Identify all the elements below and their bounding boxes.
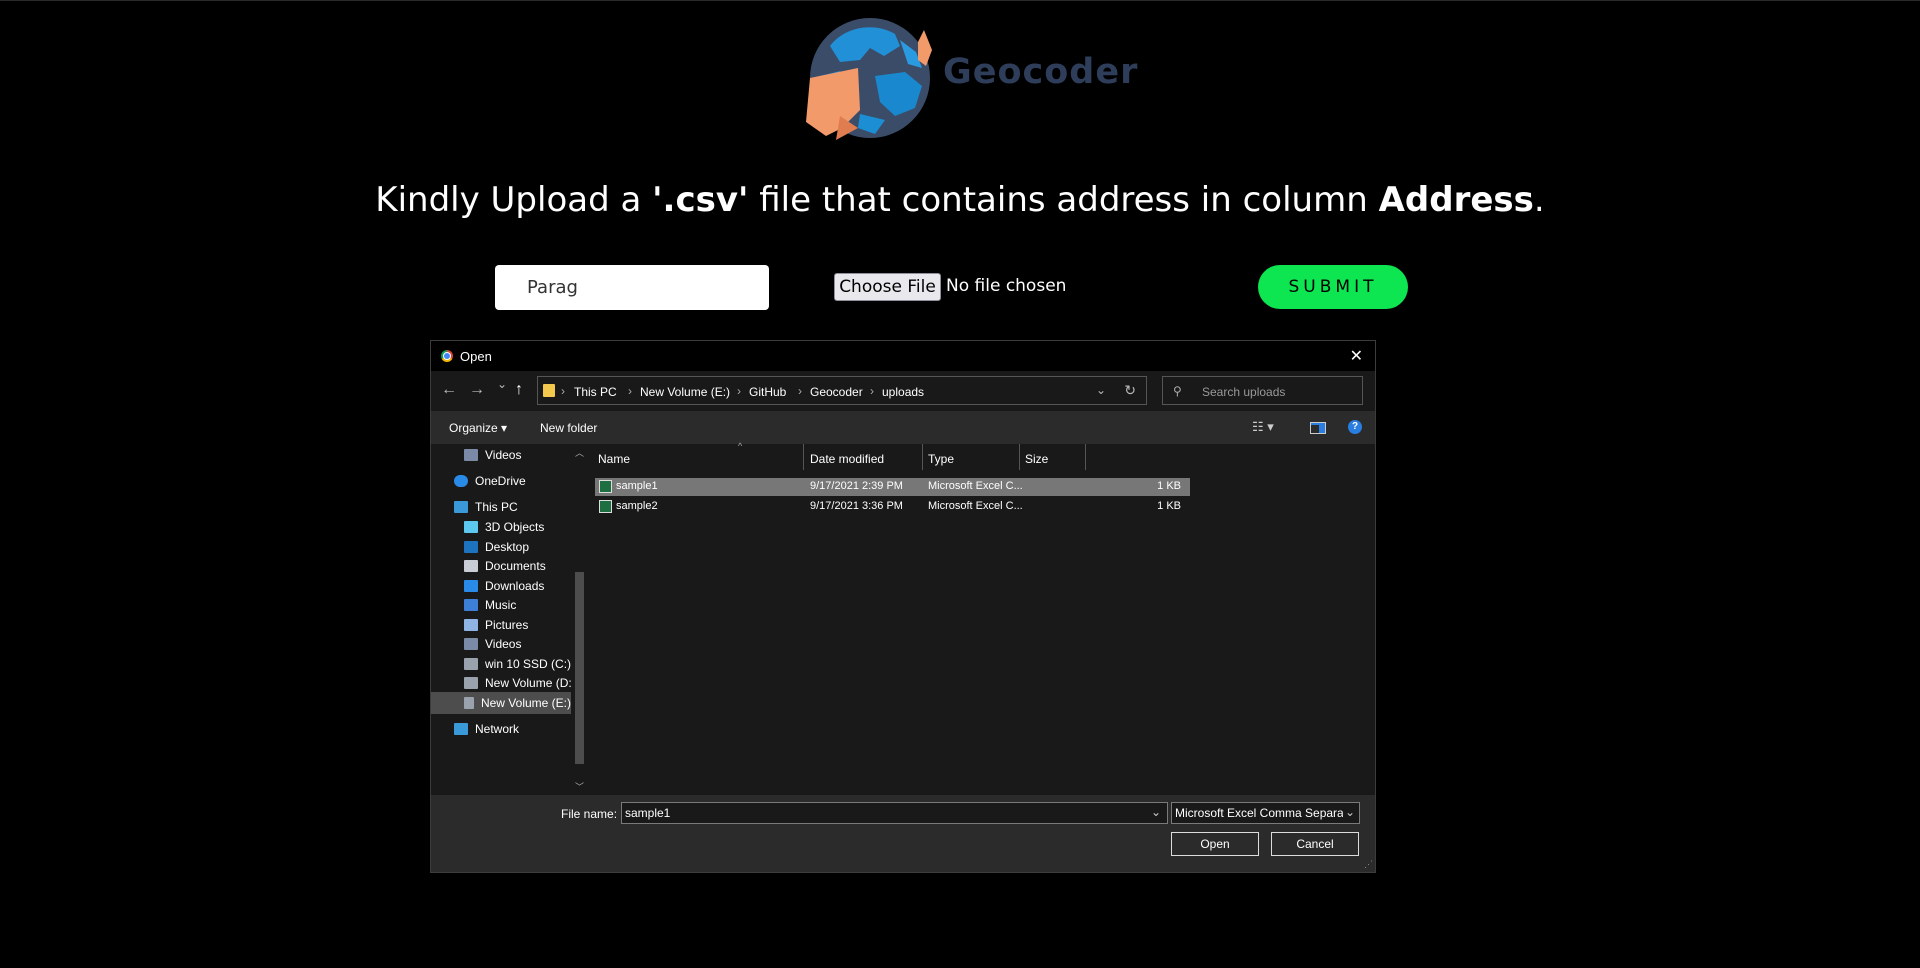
breadcrumb-github[interactable]: GitHub [749,385,786,399]
forward-arrow-icon[interactable]: → [469,381,485,399]
network-icon [454,723,468,735]
breadcrumb-new-volume-e[interactable]: New Volume (E:) [640,385,730,399]
file-name: sample2 [616,500,658,512]
file-name: sample1 [616,480,658,492]
close-icon[interactable]: ✕ [1350,346,1363,366]
dialog-title: Open [460,349,492,364]
excel-file-icon [599,480,612,493]
sidebar-item-videos[interactable]: Videos [464,444,521,466]
back-arrow-icon[interactable]: ← [441,381,457,399]
sort-ascending-icon: ^ [738,441,743,451]
videos-icon [464,638,478,650]
address-bar[interactable]: › This PC › New Volume (E:) › GitHub › G… [537,376,1147,405]
cancel-button[interactable]: Cancel [1271,832,1359,856]
column-header-size[interactable]: Size [1025,452,1048,466]
page-headline: Kindly Upload a '.csv' file that contain… [375,180,1545,220]
sidebar-item-network[interactable]: Network [454,718,519,740]
dialog-footer: File name: sample1 ⌄ Microsoft Excel Com… [431,795,1375,872]
file-type-select[interactable]: Microsoft Excel Comma Separa ⌄ [1171,802,1360,824]
name-input[interactable] [495,265,769,310]
document-icon [464,560,478,572]
submit-button[interactable]: SUBMIT [1258,265,1408,309]
file-size: 1 KB [1157,500,1181,512]
chevron-down-icon[interactable]: ⌄ [1151,805,1161,819]
file-type: Microsoft Excel C... [928,500,1023,512]
top-border [0,0,1920,1]
file-row[interactable]: sample2 9/17/2021 3:36 PM Microsoft Exce… [595,498,1190,516]
chrome-icon [441,350,453,362]
file-size: 1 KB [1157,480,1181,492]
breadcrumb-this-pc[interactable]: This PC [574,385,617,399]
organize-button[interactable]: Organize ▾ [449,421,507,435]
open-button[interactable]: Open [1171,832,1259,856]
search-icon: ⚲ [1173,384,1182,398]
scroll-down-icon[interactable]: ﹀ [575,780,584,793]
breadcrumb-geocoder[interactable]: Geocoder [810,385,863,399]
sidebar-item-onedrive[interactable]: OneDrive [454,470,526,492]
resize-grip-icon[interactable]: ⋰ [1364,859,1373,870]
column-header-date-modified[interactable]: Date modified [810,452,884,466]
drive-icon [464,677,478,689]
breadcrumb-uploads[interactable]: uploads [882,385,924,399]
drive-icon [464,658,478,670]
scroll-up-icon[interactable]: ︿ [575,446,584,459]
sidebar-scrollbar[interactable]: ︿ ﹀ [571,444,588,795]
search-placeholder: Search uploads [1202,385,1286,399]
up-arrow-icon[interactable]: ↑ [515,381,523,399]
refresh-icon[interactable]: ↻ [1124,382,1136,399]
navigation-bar: ← → ⌄ ↑ › This PC › New Volume (E:) › Gi… [431,371,1375,411]
view-options-icon[interactable]: ☷ ▾ [1252,419,1274,435]
sidebar-item-drive-e[interactable]: New Volume (E:) [431,692,571,714]
column-header-type[interactable]: Type [928,452,954,466]
new-folder-button[interactable]: New folder [540,421,597,435]
choose-file-button[interactable]: Choose File [834,273,941,301]
column-header-name[interactable]: Name [598,452,630,466]
scrollbar-thumb[interactable] [575,572,584,764]
chevron-down-icon[interactable]: ⌄ [1345,805,1355,819]
brand-name: Geocoder [943,52,1139,92]
file-type: Microsoft Excel C... [928,480,1023,492]
file-name-label: File name: [561,807,618,821]
file-status-text: No file chosen [946,276,1067,296]
sidebar-item-documents[interactable]: Documents [464,555,546,577]
preview-pane-icon[interactable] [1310,422,1326,434]
recent-locations-icon[interactable]: ⌄ [497,377,507,391]
excel-file-icon [599,500,612,513]
download-icon [464,580,478,592]
file-row[interactable]: sample1 9/17/2021 2:39 PM Microsoft Exce… [595,478,1190,496]
command-toolbar: Organize ▾ New folder ☷ ▾ ? [431,411,1375,444]
file-date: 9/17/2021 2:39 PM [810,480,903,492]
cube-icon [464,521,478,533]
sidebar-item-videos-2[interactable]: Videos [464,633,521,655]
navigation-pane: Videos OneDrive This PC 3D Objects Deskt… [431,444,588,795]
file-name-field[interactable]: sample1 ⌄ [621,802,1168,824]
globe-logo-icon [806,18,932,140]
open-file-dialog: Open ✕ ← → ⌄ ↑ › This PC › New Volume (E… [430,340,1376,873]
folder-icon [543,384,555,397]
pictures-icon [464,619,478,631]
sidebar-item-3d-objects[interactable]: 3D Objects [464,516,544,538]
file-list: ^ Name Date modified Type Size sample1 9… [588,441,1375,795]
sidebar-item-this-pc[interactable]: This PC [454,496,518,518]
search-box[interactable]: ⚲ Search uploads [1162,376,1363,405]
drive-icon [464,697,474,709]
cloud-icon [454,475,468,487]
help-icon[interactable]: ? [1348,420,1362,434]
address-dropdown-icon[interactable]: ⌄ [1096,383,1106,397]
sidebar-item-drive-d[interactable]: New Volume (D: [464,672,572,694]
file-type-value: Microsoft Excel Comma Separa [1175,806,1343,820]
videos-icon [464,449,478,461]
file-name-value: sample1 [625,806,671,820]
dialog-titlebar: Open ✕ [431,341,1375,371]
file-date: 9/17/2021 3:36 PM [810,500,903,512]
computer-icon [454,501,468,513]
music-icon [464,599,478,611]
sidebar-item-music[interactable]: Music [464,594,516,616]
desktop-icon [464,541,478,553]
